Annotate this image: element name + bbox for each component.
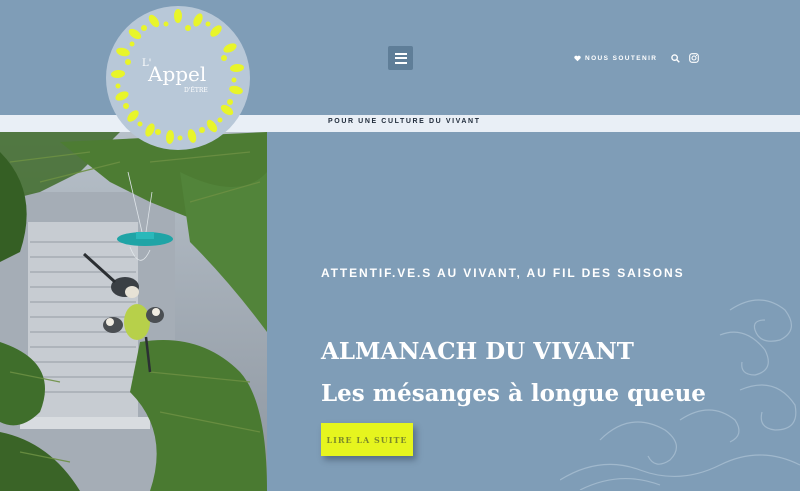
search-button[interactable] [671,53,681,63]
instagram-icon [689,53,700,63]
heart-icon [574,55,581,61]
hero-section-label: ALMANACH DU VIVANT [321,338,634,365]
site-logo[interactable]: L' Appel D'ÊTRE [106,6,250,150]
read-more-button[interactable]: LIRE LA SUITE [321,423,413,456]
hamburger-icon [394,52,407,64]
strip-text: POUR UNE CULTURE DU VIVANT [328,118,481,125]
hero-photo [0,132,267,491]
hero-article-title[interactable]: Les mésanges à longue queue [321,380,706,407]
hero-tagline: ATTENTIF.VE.S AU VIVANT, AU FIL DES SAIS… [321,266,685,280]
support-label: NOUS SOUTENIR [585,54,658,62]
logo-wordmark: L' Appel D'ÊTRE [142,58,222,98]
search-icon [671,53,681,63]
instagram-link[interactable] [689,53,700,63]
menu-button[interactable] [388,46,413,70]
logo-word-main: Appel [148,62,207,86]
support-link[interactable]: NOUS SOUTENIR [574,55,657,62]
bird-feeder-image [0,132,267,491]
logo-word-sub: D'ÊTRE [184,87,208,94]
header-actions: NOUS SOUTENIR [574,51,700,65]
